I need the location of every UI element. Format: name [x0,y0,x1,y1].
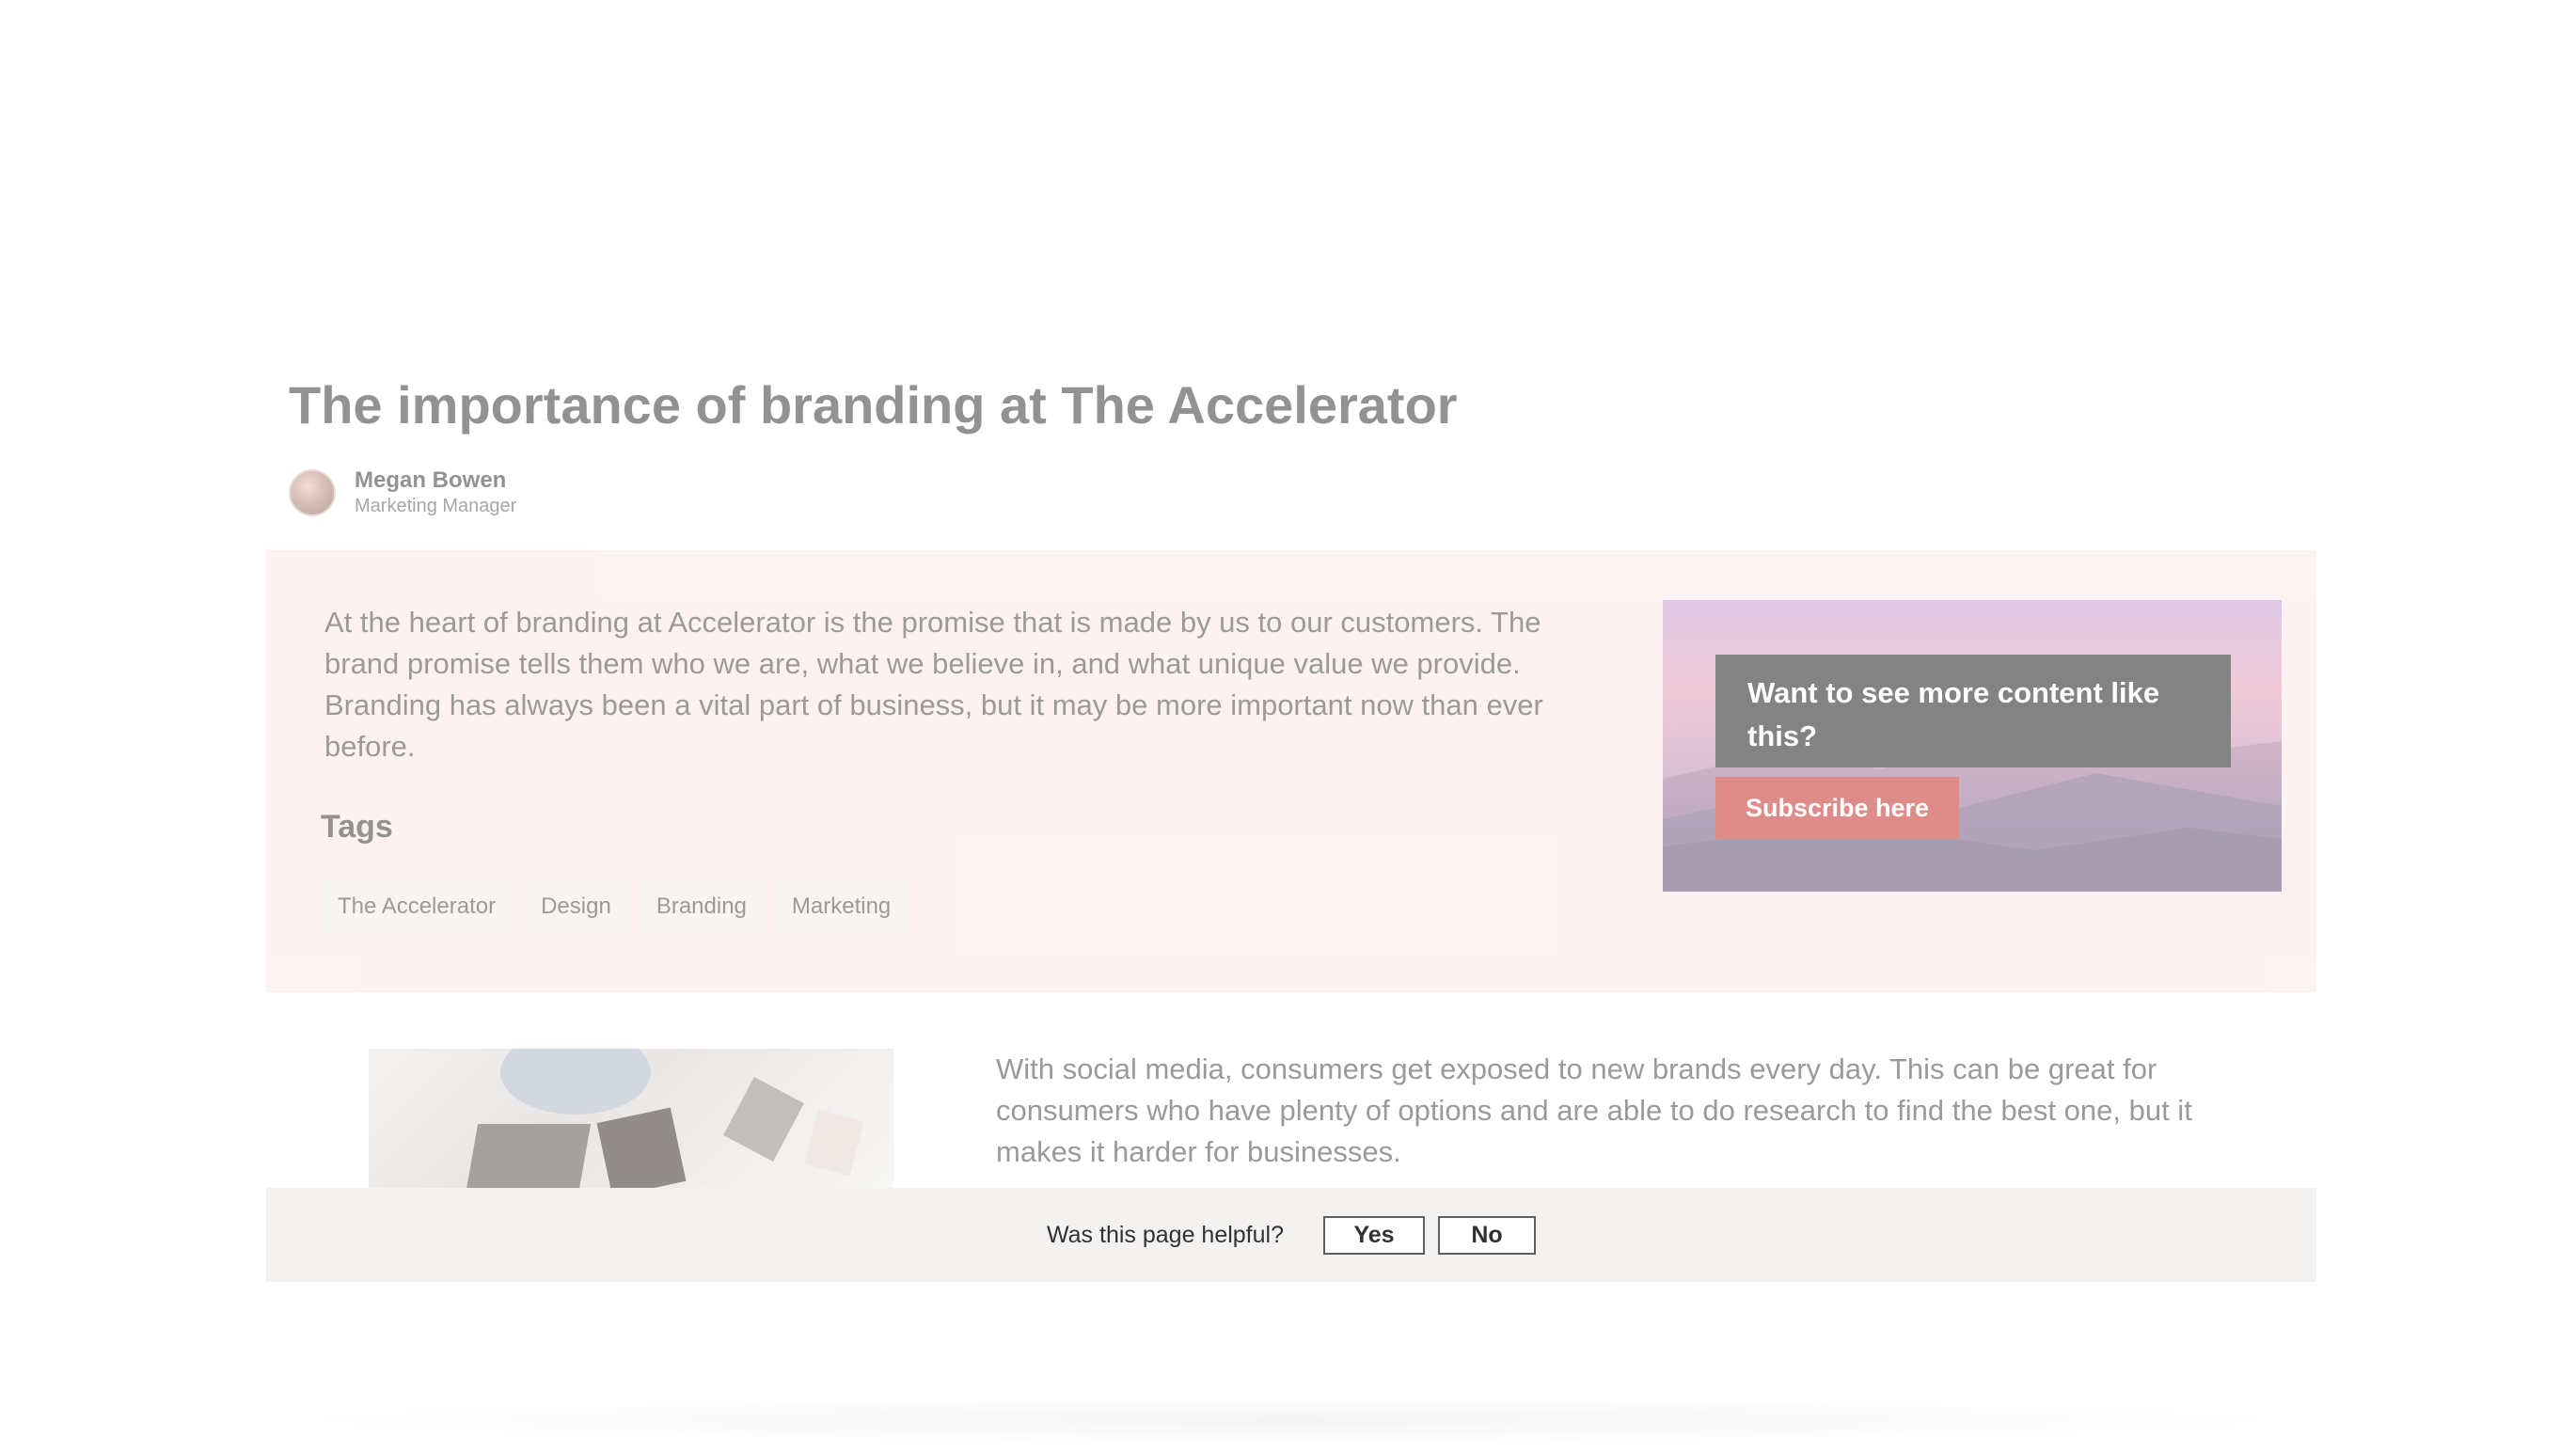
body-text: With social media, consumers get exposed… [996,1052,2192,1168]
image-palette [804,1109,864,1177]
tag-list: The Accelerator Design Branding Marketin… [321,880,909,933]
subscribe-promo: Want to see more content like this? Subs… [1663,600,2282,892]
author-byline[interactable]: Megan Bowen Marketing Manager [289,467,516,518]
tag-design[interactable]: Design [524,880,628,933]
article-image [369,1049,893,1188]
feedback-bar: Was this page helpful? Yes No [266,1188,2316,1282]
tag-the-accelerator[interactable]: The Accelerator [321,880,514,933]
hero-section: At the heart of branding at Accelerator … [266,550,2316,992]
image-swatch-grey [723,1077,804,1162]
image-laptop [466,1124,592,1188]
tag-marketing[interactable]: Marketing [774,880,909,933]
author-role: Marketing Manager [355,496,517,516]
feedback-no-button[interactable]: No [1438,1215,1536,1255]
promo-heading-box: Want to see more content like this? [1715,655,2231,767]
subscribe-button[interactable]: Subscribe here [1715,777,1959,839]
intro-text: At the heart of branding at Accelerator … [324,606,1543,763]
promo-heading: Want to see more content like this? [1747,676,2160,752]
page-shadow [266,1397,2316,1444]
tags-heading: Tags [321,809,393,845]
feedback-yes-button[interactable]: Yes [1323,1215,1425,1255]
author-name[interactable]: Megan Bowen [355,467,516,495]
image-swatch [596,1107,687,1188]
page-title: The importance of branding at The Accele… [289,375,1458,435]
feedback-question: Was this page helpful? [1046,1221,1284,1248]
page: The importance of branding at The Accele… [0,0,2576,1455]
tag-branding[interactable]: Branding [639,880,764,933]
image-person [500,1049,651,1115]
avatar[interactable] [289,468,336,516]
